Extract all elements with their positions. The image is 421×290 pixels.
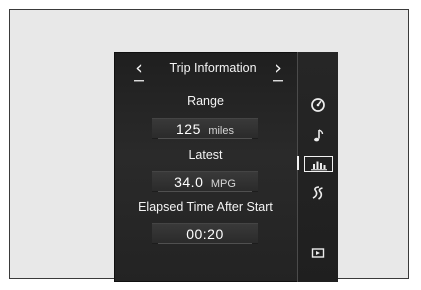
gauge-icon-graphic: [311, 98, 325, 112]
screen-title: Trip Information: [169, 61, 257, 75]
latest-value-box: 34.0 MPG: [152, 171, 258, 192]
screen-selector-rail: [297, 52, 338, 282]
latest-label: Latest: [188, 148, 223, 162]
latest-number: 34.0: [174, 174, 204, 190]
bar-chart-icon[interactable]: [304, 156, 333, 172]
elapsed-time-label: Elapsed Time After Start: [138, 200, 273, 214]
range-value-box: 125 miles: [152, 118, 258, 139]
music-note-icon[interactable]: [309, 128, 327, 146]
road-icon[interactable]: [309, 185, 327, 203]
chevron-right-icon: ›: [274, 57, 282, 79]
elapsed-time-value: 00:20: [152, 226, 258, 244]
previous-screen-button[interactable]: ‹: [130, 58, 148, 82]
gauge-icon[interactable]: [309, 97, 327, 115]
elapsed-time-value-box: 00:20: [152, 223, 258, 244]
next-screen-button[interactable]: ›: [269, 58, 287, 82]
media-play-icon[interactable]: [309, 245, 327, 263]
chevron-left-icon: ‹: [135, 57, 143, 79]
media-play-icon-graphic: [311, 248, 325, 258]
screenshot-frame: ‹ Trip Information › Range 125 miles Lat…: [9, 9, 409, 282]
range-number: 125: [176, 121, 201, 137]
bar-chart-icon-graphic: [310, 161, 327, 171]
trip-information-panel: ‹ Trip Information › Range 125 miles Lat…: [114, 52, 297, 282]
range-unit: miles: [208, 125, 234, 137]
latest-value: 34.0 MPG: [152, 174, 258, 192]
elapsed-time-number: 00:20: [186, 226, 224, 242]
screen-header: ‹ Trip Information ›: [122, 58, 297, 84]
range-label: Range: [187, 94, 224, 108]
latest-unit: MPG: [210, 178, 236, 190]
music-note-icon-graphic: [314, 129, 324, 142]
range-value: 125 miles: [152, 121, 258, 139]
selected-indicator: [297, 156, 299, 170]
road-icon-graphic: [312, 186, 323, 200]
trip-information-screen: ‹ Trip Information › Range 125 miles Lat…: [114, 52, 338, 282]
